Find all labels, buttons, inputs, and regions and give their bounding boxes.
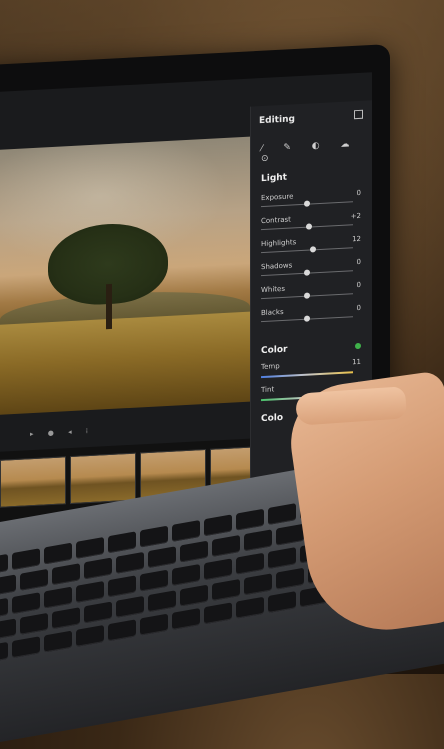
- keyboard-key[interactable]: [268, 591, 296, 614]
- keyboard-key[interactable]: [52, 607, 80, 630]
- green-dot-icon: [355, 342, 361, 350]
- slider-knob[interactable]: [304, 269, 310, 276]
- slider-knob[interactable]: [304, 315, 310, 322]
- keyboard-key[interactable]: [244, 529, 272, 552]
- tool-icons[interactable]: ⁄ ✎ ◐ ☁ ⊙: [261, 138, 372, 164]
- slider-label: Highlights: [261, 238, 297, 249]
- photo-preview[interactable]: [0, 136, 250, 415]
- section-color: Color: [261, 344, 288, 357]
- slider-value: 0: [356, 303, 361, 313]
- keyboard-key[interactable]: [20, 568, 48, 591]
- slider-value: 12: [352, 234, 361, 244]
- keyboard-key[interactable]: [52, 563, 80, 586]
- keyboard-key[interactable]: [108, 619, 136, 642]
- keyboard-key[interactable]: [212, 534, 240, 557]
- keyboard-key[interactable]: [116, 551, 144, 574]
- keyboard-key[interactable]: [236, 508, 264, 531]
- slider-label: Temp: [261, 362, 280, 372]
- keyboard-key[interactable]: [172, 564, 200, 586]
- keyboard-key[interactable]: [140, 613, 168, 636]
- keyboard-key[interactable]: [108, 575, 136, 598]
- keyboard-key[interactable]: [140, 525, 168, 548]
- keyboard-key[interactable]: [276, 567, 304, 590]
- keyboard-key[interactable]: [76, 580, 104, 603]
- keyboard-key[interactable]: [244, 573, 272, 596]
- keyboard-key[interactable]: [172, 520, 200, 542]
- slider-label: Shadows: [261, 261, 293, 272]
- slider-value: 0: [356, 280, 361, 290]
- keyboard-key[interactable]: [0, 618, 16, 641]
- slider-label: Tint: [261, 385, 275, 395]
- slider-knob[interactable]: [304, 292, 310, 299]
- slider-value: +2: [350, 211, 361, 221]
- keyboard-key[interactable]: [180, 584, 208, 607]
- keyboard-key[interactable]: [0, 553, 8, 576]
- keyboard-key[interactable]: [268, 547, 296, 570]
- keyboard-key[interactable]: [148, 546, 176, 569]
- slider-knob[interactable]: [305, 223, 312, 230]
- slider-blacks[interactable]: Blacks 0: [261, 304, 361, 331]
- keyboard-key[interactable]: [204, 514, 232, 537]
- keyboard-key[interactable]: [172, 608, 200, 630]
- keyboard-key[interactable]: [44, 586, 72, 609]
- slider-knob[interactable]: [309, 246, 316, 253]
- slider-value: 0: [356, 257, 361, 267]
- keyboard-key[interactable]: [116, 595, 144, 618]
- slider-label: Contrast: [261, 215, 291, 226]
- slider-label: Exposure: [261, 192, 294, 203]
- slider-value: 11: [352, 357, 361, 367]
- filmstrip-thumbnail[interactable]: [70, 452, 136, 505]
- keyboard-key[interactable]: [180, 540, 208, 563]
- keyboard-key[interactable]: [12, 636, 40, 659]
- tree-trunk: [106, 283, 112, 330]
- keyboard-key[interactable]: [108, 531, 136, 554]
- keyboard-key[interactable]: [204, 558, 232, 581]
- keyboard-key[interactable]: [276, 523, 304, 546]
- keyboard-key[interactable]: [140, 569, 168, 592]
- filmstrip-controls[interactable]: ▸ ● ◂ ⁞: [30, 427, 94, 438]
- panel-title: Editing: [259, 114, 295, 127]
- filmstrip-thumbnail[interactable]: [0, 456, 66, 508]
- section-color-cut: Colo: [261, 412, 284, 425]
- keyboard-key[interactable]: [76, 536, 104, 559]
- slider-label: Blacks: [261, 307, 284, 318]
- section-light: Light: [261, 172, 287, 185]
- slider-track[interactable]: [261, 247, 353, 254]
- keyboard-key[interactable]: [84, 601, 112, 624]
- slider-knob[interactable]: [304, 200, 310, 207]
- slider-label: Whites: [261, 284, 286, 295]
- keyboard-key[interactable]: [44, 542, 72, 565]
- keyboard-key[interactable]: [20, 612, 48, 635]
- keyboard-key[interactable]: [236, 552, 264, 575]
- keyboard-key[interactable]: [0, 574, 16, 597]
- keyboard-key[interactable]: [0, 597, 8, 620]
- keyboard-key[interactable]: [44, 630, 72, 653]
- keyboard-key[interactable]: [12, 548, 40, 571]
- grass-field: [0, 311, 250, 415]
- keyboard-key[interactable]: [212, 578, 240, 601]
- square-icon[interactable]: [354, 109, 363, 120]
- keyboard-key[interactable]: [148, 590, 176, 613]
- keyboard-key[interactable]: [12, 592, 40, 615]
- keyboard-key[interactable]: [268, 503, 296, 526]
- keyboard-key[interactable]: [76, 624, 104, 647]
- keyboard-key[interactable]: [84, 557, 112, 580]
- slider-value: 0: [356, 188, 361, 198]
- keyboard-key[interactable]: [0, 641, 8, 664]
- keyboard-key[interactable]: [204, 602, 232, 625]
- keyboard-key[interactable]: [236, 596, 264, 619]
